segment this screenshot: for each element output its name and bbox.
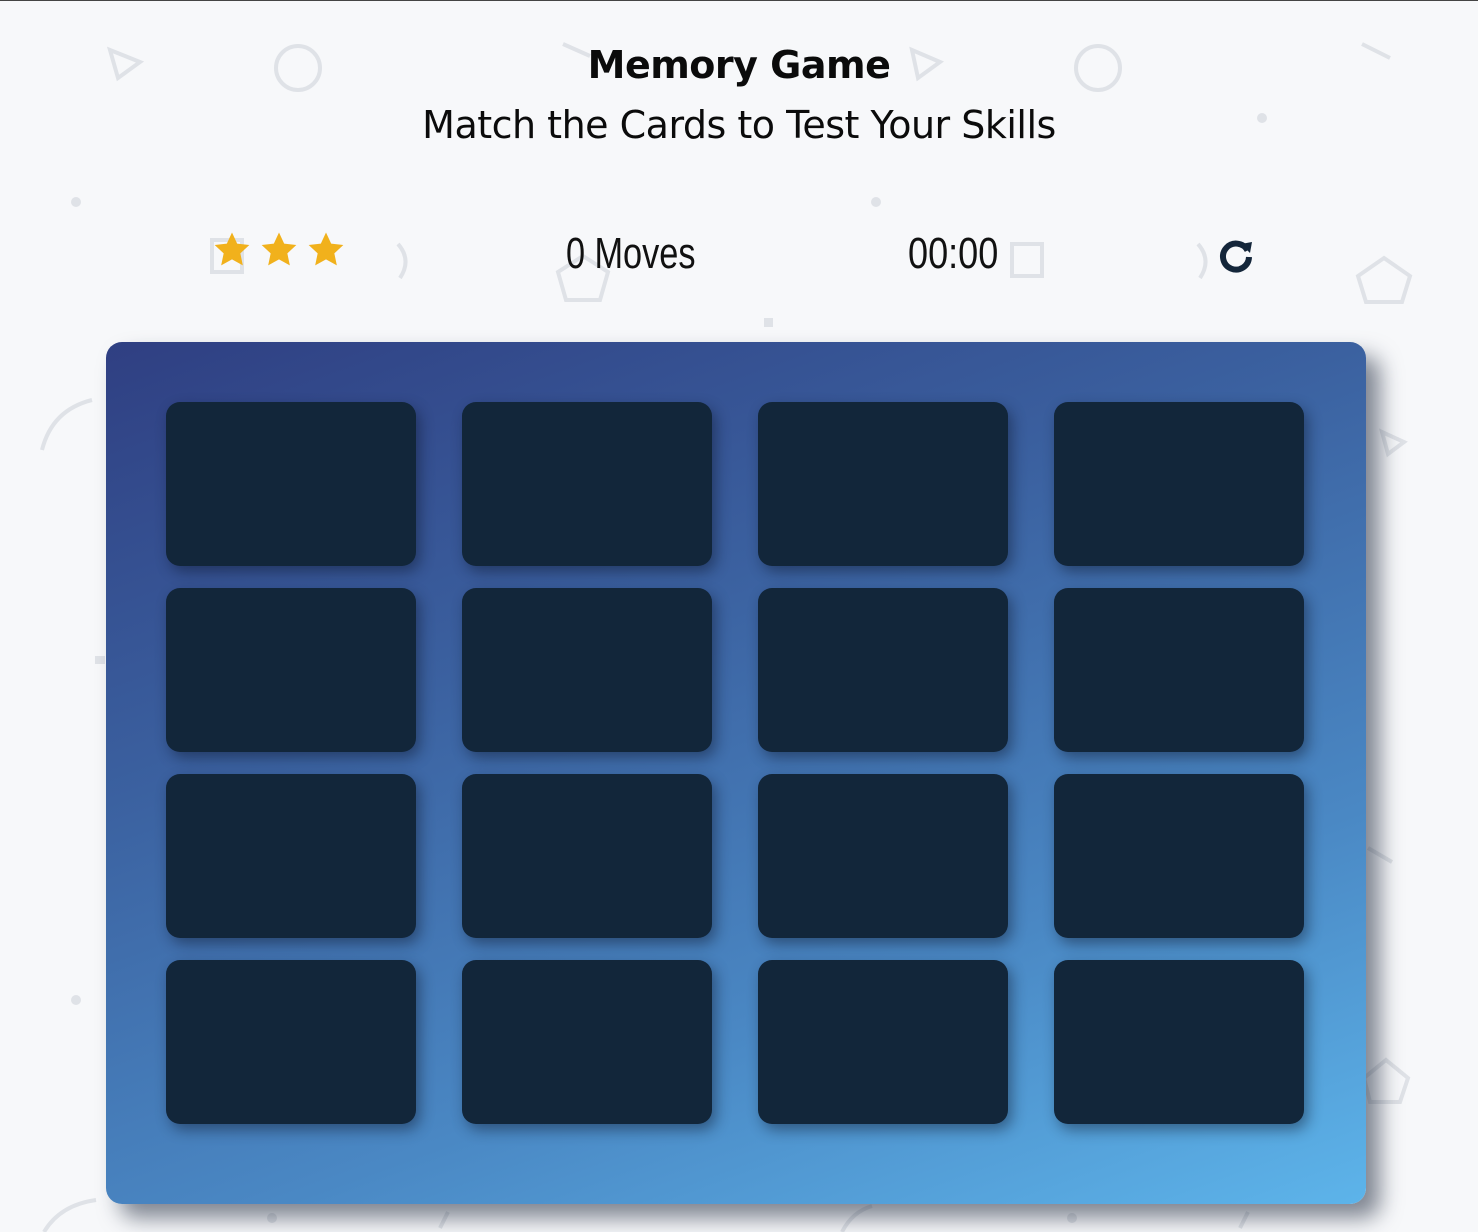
card[interactable] [462, 774, 712, 938]
bg-pentagon-shape [1361, 1057, 1411, 1104]
bg-line-shape [1238, 1211, 1250, 1229]
bg-arc-shape [40, 398, 93, 451]
card[interactable] [166, 960, 416, 1124]
page-header: Memory Game Match the Cards to Test Your… [0, 40, 1478, 150]
star-icon [308, 232, 344, 266]
bg-line-shape [1366, 846, 1394, 864]
bg-line-shape [438, 1211, 450, 1229]
star-icon [261, 232, 297, 266]
card[interactable] [166, 774, 416, 938]
move-count: 0 [566, 229, 586, 278]
bg-dot-shape [764, 318, 773, 327]
move-label: Moves [594, 229, 696, 278]
bg-triangle-shape [1378, 428, 1408, 458]
bg-dot-shape [871, 197, 881, 207]
card[interactable] [166, 402, 416, 566]
card[interactable] [462, 588, 712, 752]
score-panel: 0 Moves 00:00 [0, 222, 1478, 286]
card[interactable] [1054, 774, 1304, 938]
bg-dot-shape [267, 1213, 277, 1223]
card[interactable] [462, 402, 712, 566]
restart-icon[interactable] [1216, 236, 1256, 276]
card[interactable] [1054, 588, 1304, 752]
card-grid [166, 402, 1304, 1124]
page-title: Memory Game [587, 43, 891, 87]
page-subtitle: Match the Cards to Test Your Skills [422, 103, 1056, 147]
bg-dot-shape [95, 656, 105, 664]
card[interactable] [1054, 960, 1304, 1124]
bg-dot-shape [1067, 1213, 1077, 1223]
card[interactable] [758, 774, 1008, 938]
restart-button[interactable] [1212, 232, 1260, 280]
card[interactable] [758, 588, 1008, 752]
card-deck [106, 342, 1366, 1204]
card[interactable] [166, 588, 416, 752]
bg-arc-shape [42, 1198, 97, 1232]
card[interactable] [758, 402, 1008, 566]
card[interactable] [1054, 402, 1304, 566]
star-icon [214, 232, 250, 266]
timer: 00:00 [908, 229, 999, 278]
bg-dot-shape [71, 995, 81, 1005]
card[interactable] [462, 960, 712, 1124]
card[interactable] [758, 960, 1008, 1124]
star-rating [212, 230, 346, 270]
bg-dot-shape [71, 197, 81, 207]
move-counter: 0 Moves [566, 222, 696, 286]
bg-arc-shape [840, 1204, 873, 1232]
